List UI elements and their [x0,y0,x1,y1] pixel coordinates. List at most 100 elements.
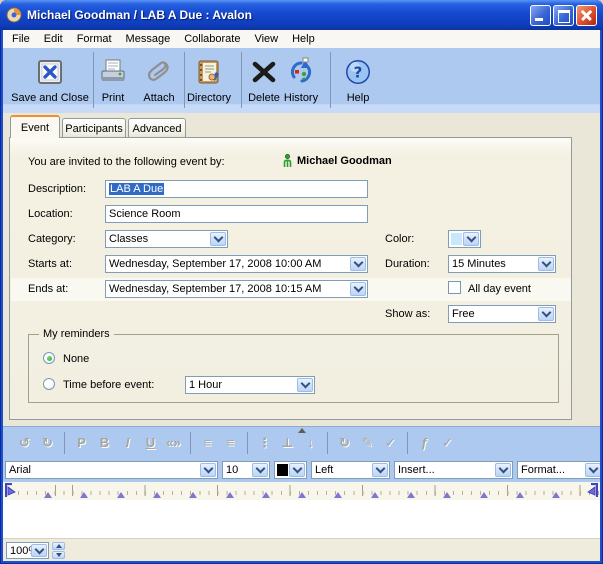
reminder-time-radio[interactable] [43,378,55,390]
tabstop-marker[interactable] [80,492,88,498]
toolbar-button-label: Directory [187,92,231,104]
tabstop-marker[interactable] [298,492,306,498]
toolbar-button-label: Delete [248,92,280,104]
delete-icon [247,55,281,89]
tabstop-marker[interactable] [117,492,125,498]
history-button[interactable]: History [278,55,324,104]
all-day-label: All day event [468,283,531,295]
message-body[interactable] [3,500,600,538]
reminder-time-label: Time before event: [63,379,154,391]
tabstop-marker[interactable] [334,492,342,498]
ruler [3,482,600,500]
tabstop-marker[interactable] [262,492,270,498]
chevron-down-icon[interactable] [210,232,226,246]
chevron-down-icon[interactable] [495,463,511,477]
directory-button[interactable]: Directory [182,55,236,104]
duration-dropdown[interactable]: 15 Minutes [448,255,556,273]
all-day-checkbox[interactable] [448,281,461,294]
tabstop-marker[interactable] [516,492,524,498]
help-button[interactable]: ? Help [334,55,382,104]
print-button[interactable]: Print [91,55,135,104]
print-icon [96,55,130,89]
tabstop-marker[interactable] [443,492,451,498]
color-dropdown[interactable] [448,230,481,248]
starts-at-value: Wednesday, September 17, 2008 10:00 AM [109,258,321,270]
chevron-down-icon[interactable] [350,257,366,271]
tabstop-marker[interactable] [480,492,488,498]
maximize-button[interactable] [553,5,574,26]
attach-icon [142,55,176,89]
zoom-dropdown[interactable]: 100% [6,542,49,559]
chevron-down-icon[interactable] [297,378,313,392]
ends-at-dropdown[interactable]: Wednesday, September 17, 2008 10:15 AM [105,280,368,298]
toolbar-button-label: Save and Close [11,92,89,104]
chevron-down-icon[interactable] [538,307,554,321]
insert-value: Insert... [398,464,435,476]
event-tab-panel: You are invited to the following event b… [9,137,572,420]
menu-edit[interactable]: Edit [37,31,70,47]
tab-advanced[interactable]: Advanced [128,118,186,138]
location-input[interactable]: Science Room [105,205,368,223]
font-color-dropdown[interactable] [274,461,307,479]
menu-collaborate[interactable]: Collaborate [177,31,247,47]
tabstop-marker[interactable] [552,492,560,498]
chevron-down-icon[interactable] [585,463,600,477]
chevron-down-icon[interactable] [463,232,479,246]
tab-participants[interactable]: Participants [62,118,126,138]
menu-message[interactable]: Message [119,31,178,47]
tab-event[interactable]: Event [10,115,60,138]
reminder-time-dropdown[interactable]: 1 Hour [185,376,315,394]
minimize-button[interactable] [530,5,551,26]
close-button[interactable] [576,5,597,26]
spin-up-button[interactable] [52,542,65,550]
font-family-dropdown[interactable]: Arial [5,461,218,479]
menu-format[interactable]: Format [70,31,119,47]
tab-control: Event Participants Advanced You are invi… [3,113,600,426]
reminder-none-radio[interactable] [43,352,55,364]
indent-icon: ≡ [222,435,239,450]
left-margin-marker[interactable] [5,483,16,498]
chevron-down-icon[interactable] [252,463,268,477]
format-dropdown[interactable]: Format... [517,461,600,479]
main-toolbar: Save and Close Print Attach Directory [3,48,600,113]
chevron-down-icon[interactable] [538,257,554,271]
toolbar-separator [330,52,331,108]
attach-button[interactable]: Attach [137,55,181,104]
starts-at-dropdown[interactable]: Wednesday, September 17, 2008 10:00 AM [105,255,368,273]
category-dropdown[interactable]: Classes [105,230,228,248]
save-and-close-button[interactable]: Save and Close [7,55,93,104]
chevron-down-icon[interactable] [31,544,47,557]
chevron-down-icon[interactable] [289,463,305,477]
rotate-icon: ↻ [336,435,353,451]
align-dropdown[interactable]: Left [311,461,390,479]
chevron-down-icon[interactable] [372,463,388,477]
pen-icon: ✎ [359,435,376,451]
toolbar-button-label: Attach [143,92,174,104]
location-value: Science Room [109,208,181,220]
show-as-dropdown[interactable]: Free [448,305,556,323]
menu-help[interactable]: Help [285,31,322,47]
format-toolbar: ↺ ↻ P B I U «» ≡ ≡ ⋮ ⊥ ↓ ↻ ✎ ✓ ƒ ✓ [3,426,600,458]
toolbar-grip-icon[interactable] [298,428,306,433]
title-bar[interactable]: Michael Goodman / LAB A Due : Avalon [0,0,603,30]
tabstop-marker[interactable] [44,492,52,498]
toolbar-button-label: History [284,92,318,104]
tabstop-marker[interactable] [407,492,415,498]
tabstop-marker[interactable] [189,492,197,498]
tabstop-marker[interactable] [153,492,161,498]
save-close-icon [33,55,67,89]
toolbar-separator [327,432,328,454]
font-size-dropdown[interactable]: 10 [222,461,270,479]
chevron-down-icon[interactable] [200,463,216,477]
font-bar: Arial 10 Left Insert... Format... [3,458,600,482]
description-input[interactable]: LAB A Due [105,180,368,198]
italic-icon: I [119,435,136,450]
spin-down-button[interactable] [52,551,65,559]
right-margin-marker[interactable] [587,483,598,498]
tabstop-marker[interactable] [226,492,234,498]
insert-dropdown[interactable]: Insert... [394,461,513,479]
menu-view[interactable]: View [247,31,285,47]
tabstop-marker[interactable] [371,492,379,498]
menu-file[interactable]: File [5,31,37,47]
chevron-down-icon[interactable] [350,282,366,296]
